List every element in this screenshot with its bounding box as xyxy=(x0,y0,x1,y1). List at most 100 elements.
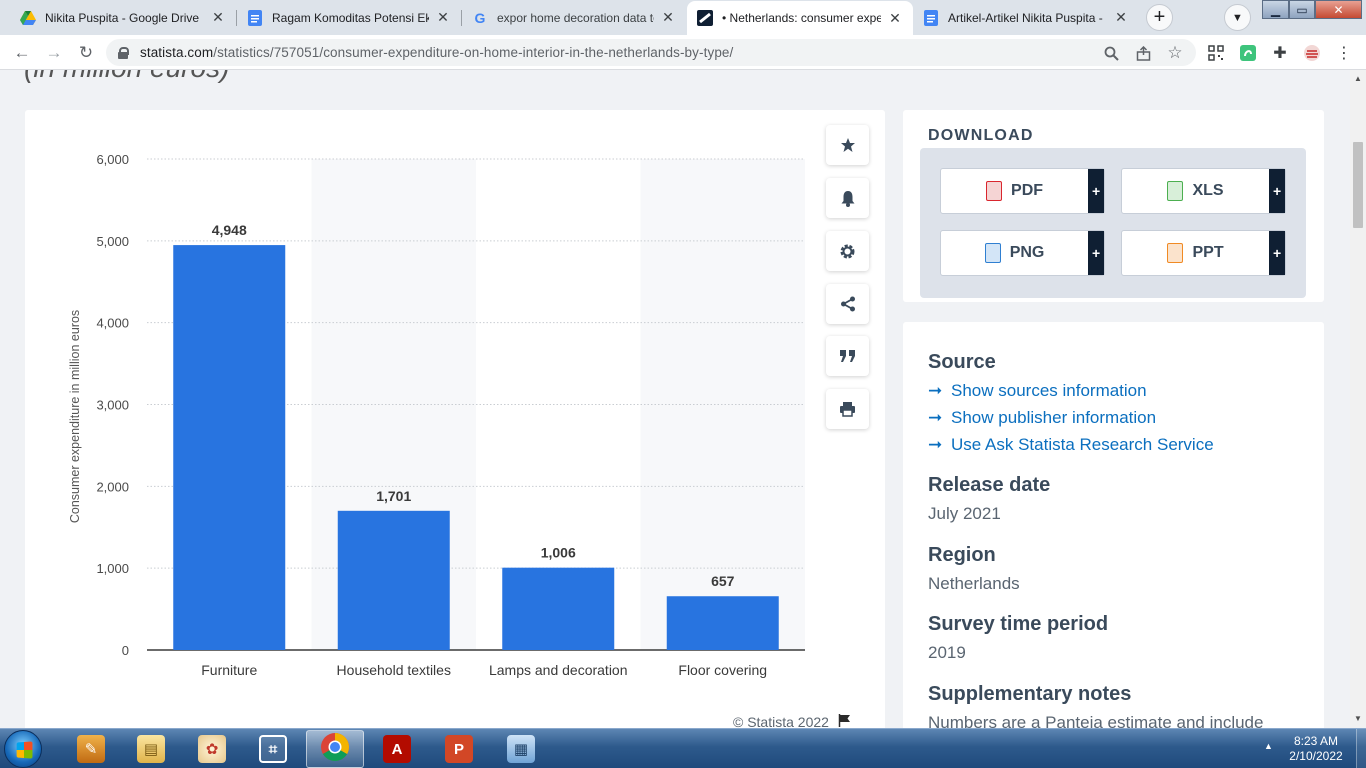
download-ppt-plus[interactable]: + xyxy=(1269,231,1285,275)
close-icon[interactable]: ✕ xyxy=(1113,9,1129,26)
powerpoint-icon: P xyxy=(445,735,473,763)
download-ppt-button[interactable]: PPT + xyxy=(1121,230,1286,276)
control-panel-icon: ▦ xyxy=(507,735,535,763)
ask-statista-link[interactable]: ➞ Use Ask Statista Research Service xyxy=(928,435,1214,455)
close-icon[interactable]: ✕ xyxy=(887,10,903,27)
bar-chart: 0 1,000 2,000 3,000 4,000 5,000 6,000 4,948 Furn… xyxy=(68,152,805,678)
window-close-button[interactable]: ✕ xyxy=(1315,0,1362,19)
region-heading: Region xyxy=(928,544,996,566)
profile-avatar-icon[interactable] xyxy=(1303,44,1321,62)
taskbar-snipping[interactable]: ⌗ xyxy=(244,730,302,768)
tab-ragam-komoditas[interactable]: Ragam Komoditas Potensi Eksp ✕ xyxy=(237,2,461,33)
download-xls-plus[interactable]: + xyxy=(1269,169,1285,213)
app-wizard-icon: ✎ xyxy=(77,735,105,763)
region-value: Netherlands xyxy=(928,574,1020,593)
scroll-down-icon[interactable]: ▼ xyxy=(1354,714,1362,723)
taskbar-control-panel[interactable]: ▦ xyxy=(492,730,550,768)
scrollbar-thumb[interactable] xyxy=(1353,142,1363,228)
release-date-value: July 2021 xyxy=(928,504,1001,523)
share-button[interactable] xyxy=(826,284,869,324)
data-label: 1,006 xyxy=(541,545,576,561)
arrow-right-icon: ➞ xyxy=(928,408,943,427)
download-xls-button[interactable]: XLS + xyxy=(1121,168,1286,214)
forward-arrow-icon[interactable]: → xyxy=(42,41,66,65)
page-heading-fragment: (in million euros) xyxy=(24,70,229,84)
tab-google-search[interactable]: G expor home decoration data to ✕ xyxy=(462,2,686,33)
google-icon: G xyxy=(474,9,486,26)
printer-icon xyxy=(840,402,855,417)
cite-button[interactable] xyxy=(826,336,869,376)
page-content: (in million euros) 0 1,000 2,000 3,000 4,000… xyxy=(0,70,1350,728)
browser-toolbar: ← → ↻ statista.com/statistics/757051/con… xyxy=(0,35,1366,70)
data-label: 1,701 xyxy=(376,488,411,504)
share-nodes-icon xyxy=(840,296,855,312)
qr-code-icon[interactable] xyxy=(1207,44,1225,62)
extensions-puzzle-icon[interactable]: ✚ xyxy=(1271,44,1289,62)
copyright-notice[interactable]: © Statista 2022 xyxy=(733,714,851,728)
page-scrollbar[interactable]: ▲ ▼ xyxy=(1350,70,1366,728)
taskbar-paint[interactable]: ✿ xyxy=(183,730,241,768)
notification-button[interactable] xyxy=(826,178,869,218)
download-title: DOWNLOAD xyxy=(928,127,1034,144)
tray-expand-icon[interactable]: ▲ xyxy=(1264,741,1273,751)
share-icon[interactable] xyxy=(1134,44,1152,62)
address-bar[interactable]: statista.com/statistics/757051/consumer-… xyxy=(106,39,1196,66)
supplementary-notes-value: Numbers are a Panteia estimate and inclu… xyxy=(928,713,1264,728)
minimize-button[interactable]: ▁ xyxy=(1262,0,1289,19)
show-publisher-link[interactable]: ➞ Show publisher information xyxy=(928,408,1156,428)
zoom-icon[interactable] xyxy=(1102,44,1120,62)
show-desktop-button[interactable] xyxy=(1356,729,1366,768)
close-icon[interactable]: ✕ xyxy=(660,9,676,26)
y-tick-label: 4,000 xyxy=(96,316,129,331)
star-icon xyxy=(840,138,855,152)
close-icon[interactable]: ✕ xyxy=(210,9,226,26)
chrome-icon xyxy=(320,732,350,767)
lock-icon xyxy=(118,46,129,59)
close-icon[interactable]: ✕ xyxy=(435,9,451,26)
windows-taskbar: ✎ ▤ ✿ ⌗ A P ▦ ▲ 8:23 AM 2/10/2022 xyxy=(0,728,1366,768)
tab-statista-active[interactable]: • Netherlands: consumer expe ✕ xyxy=(687,1,913,35)
tab-artikel[interactable]: Artikel-Artikel Nikita Puspita - ✕ xyxy=(913,2,1139,33)
tab-google-drive[interactable]: Nikita Puspita - Google Drive ✕ xyxy=(10,2,236,33)
tab-search-button[interactable]: ▼ xyxy=(1224,4,1251,31)
google-docs-icon xyxy=(247,9,263,26)
download-png-button[interactable]: PNG + xyxy=(940,230,1105,276)
statistic-info-card: Source ➞ Show sources information ➞ Show p… xyxy=(903,322,1324,728)
download-pdf-plus[interactable]: + xyxy=(1088,169,1104,213)
y-axis-title: Consumer expenditure in million euros xyxy=(68,310,82,523)
survey-period-heading: Survey time period xyxy=(928,613,1109,635)
settings-button[interactable] xyxy=(826,231,869,271)
snipping-tool-icon: ⌗ xyxy=(259,735,287,763)
bell-icon xyxy=(841,190,854,207)
more-menu-icon[interactable]: ⋮ xyxy=(1335,44,1353,62)
bookmark-star-icon[interactable]: ☆ xyxy=(1166,43,1184,62)
taskbar-app-1[interactable]: ✎ xyxy=(62,730,120,768)
start-button[interactable] xyxy=(4,730,42,768)
download-pdf-button[interactable]: PDF + xyxy=(940,168,1105,214)
download-png-plus[interactable]: + xyxy=(1088,231,1104,275)
new-tab-button[interactable]: + xyxy=(1146,4,1173,31)
taskbar-acrobat[interactable]: A xyxy=(368,730,426,768)
flag-icon[interactable] xyxy=(838,714,851,728)
maximize-button[interactable]: ▭ xyxy=(1289,0,1315,19)
folder-icon: ▤ xyxy=(137,735,165,763)
y-tick-label: 2,000 xyxy=(96,479,129,494)
taskbar-chrome-active[interactable] xyxy=(306,730,364,768)
print-button[interactable] xyxy=(826,389,869,429)
bar-lamps-and-decoration xyxy=(502,567,615,650)
evernote-extension-icon[interactable] xyxy=(1239,44,1257,62)
taskbar-powerpoint[interactable]: P xyxy=(430,730,488,768)
acrobat-icon: A xyxy=(383,735,411,763)
show-sources-link[interactable]: ➞ Show sources information xyxy=(928,381,1147,401)
taskbar-explorer[interactable]: ▤ xyxy=(122,730,180,768)
y-tick-label: 6,000 xyxy=(96,152,129,167)
favorite-button[interactable] xyxy=(826,125,869,165)
source-heading: Source xyxy=(928,351,996,373)
x-tick-label: Household textiles xyxy=(337,662,451,678)
reload-icon[interactable]: ↻ xyxy=(74,41,98,65)
back-arrow-icon[interactable]: ← xyxy=(10,41,34,65)
paint-palette-icon: ✿ xyxy=(198,735,226,763)
download-card: DOWNLOAD PDF + XLS + PNG + PPT + xyxy=(903,110,1324,302)
scroll-up-icon[interactable]: ▲ xyxy=(1354,74,1362,83)
system-clock[interactable]: 8:23 AM 2/10/2022 xyxy=(1285,734,1347,764)
